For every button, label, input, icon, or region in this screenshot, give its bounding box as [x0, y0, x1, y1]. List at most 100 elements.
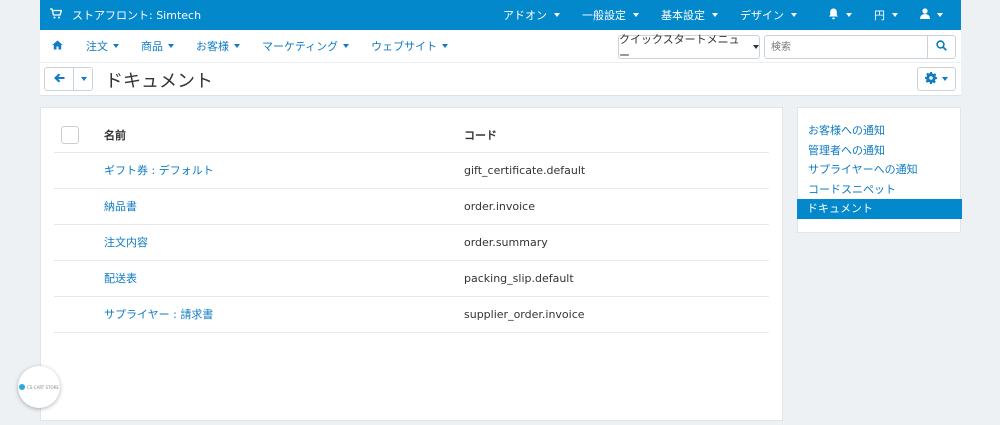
document-link[interactable]: 注文内容: [104, 236, 148, 249]
menu-basic-settings-label: 基本設定: [661, 9, 705, 22]
sidebar-item-customer-notifications[interactable]: お客様への通知: [798, 121, 960, 141]
notifications-sidebar: お客様への通知 管理者への通知 サプライヤーへの通知 コードスニペット ドキュメ…: [797, 107, 962, 233]
document-code: supplier_order.invoice: [464, 296, 769, 333]
chevron-down-icon: [892, 13, 898, 17]
user-menu[interactable]: [909, 0, 961, 30]
document-code: order.summary: [464, 224, 769, 261]
table-row: 納品書 order.invoice: [54, 188, 769, 225]
menu-addons-label: アドオン: [503, 9, 547, 22]
notifications-menu[interactable]: [808, 0, 863, 30]
store-title: ストアフロント: Simtech: [72, 9, 202, 22]
document-name-cell: 注文内容: [104, 224, 464, 261]
document-code: packing_slip.default: [464, 260, 769, 297]
menu-design[interactable]: デザイン: [729, 0, 808, 30]
column-header-name: 名前: [104, 118, 464, 153]
chevron-down-icon: [442, 44, 449, 48]
chevron-down-icon: [113, 44, 119, 48]
table-row: 注文内容 order.summary: [54, 224, 769, 261]
badge-text: CS-CART STORE: [27, 384, 59, 390]
chevron-down-icon: [343, 44, 350, 48]
document-link[interactable]: ギフト券 : デフォルト: [104, 164, 214, 177]
cart-icon: [50, 8, 63, 22]
currency-menu[interactable]: 円: [863, 0, 909, 30]
row-spacer: [54, 260, 104, 297]
nav-orders-label: 注文: [86, 40, 108, 53]
home-link[interactable]: [40, 40, 75, 53]
search-icon: [936, 40, 947, 54]
row-spacer: [54, 296, 104, 333]
nav-customers[interactable]: お客様: [185, 38, 251, 54]
chevron-down-icon: [753, 45, 759, 49]
menu-addons[interactable]: アドオン: [492, 0, 571, 30]
search-button[interactable]: [928, 35, 956, 59]
table-header-row: 名前 コード: [54, 118, 769, 153]
quickstart-menu-button[interactable]: クイックスタートメニュー: [618, 33, 760, 62]
back-button-group: [44, 67, 93, 91]
back-history-dropdown[interactable]: [74, 67, 93, 91]
menu-basic-settings[interactable]: 基本設定: [650, 0, 729, 30]
sidebar-item-supplier-notifications[interactable]: サプライヤーへの通知: [798, 160, 960, 180]
chevron-down-icon: [554, 13, 560, 17]
badge-logo-icon: [19, 384, 26, 390]
menu-general-settings[interactable]: 一般設定: [571, 0, 650, 30]
sidebar-item-documents[interactable]: ドキュメント: [797, 199, 962, 219]
table-row: 配送表 packing_slip.default: [54, 260, 769, 297]
document-link[interactable]: 配送表: [104, 272, 137, 285]
chevron-down-icon: [846, 13, 852, 17]
column-header-code: コード: [464, 118, 769, 153]
store-badge-button[interactable]: CS-CART STORE: [18, 366, 60, 408]
menu-general-settings-label: 一般設定: [582, 9, 626, 22]
nav-marketing[interactable]: マーケティング: [251, 38, 360, 54]
row-spacer: [54, 152, 104, 189]
chevron-down-icon: [712, 13, 718, 17]
document-link[interactable]: 納品書: [104, 200, 137, 213]
chevron-down-icon: [942, 77, 948, 81]
top-bar: ストアフロント: Simtech アドオン 一般設定 基本設定 デザイン 円: [40, 0, 961, 30]
documents-panel: 名前 コード ギフト券 : デフォルト gift_certificate.def…: [40, 107, 783, 421]
back-button[interactable]: [44, 67, 74, 91]
nav-products-label: 商品: [141, 40, 163, 53]
menu-design-label: デザイン: [740, 9, 784, 22]
settings-button[interactable]: [917, 67, 956, 91]
search-input[interactable]: [764, 35, 928, 59]
row-spacer: [54, 224, 104, 261]
nav-orders[interactable]: 注文: [75, 38, 130, 54]
chevron-down-icon: [168, 44, 174, 48]
arrow-left-icon: [53, 72, 65, 86]
bell-icon: [828, 8, 839, 23]
main-nav: 注文 商品 お客様 マーケティング ウェブサイト クイックスタートメニュー: [40, 30, 961, 63]
document-name-cell: 配送表: [104, 260, 464, 297]
table-row: ギフト券 : デフォルト gift_certificate.default: [54, 152, 769, 189]
user-icon: [920, 8, 930, 22]
nav-customers-label: お客様: [196, 40, 229, 53]
gear-icon: [925, 71, 937, 87]
page-title: ドキュメント: [105, 71, 213, 92]
nav-marketing-label: マーケティング: [262, 40, 339, 53]
row-spacer: [54, 188, 104, 225]
chevron-down-icon: [791, 13, 797, 17]
chevron-down-icon: [81, 77, 87, 81]
nav-website-label: ウェブサイト: [371, 40, 438, 53]
select-all-checkbox[interactable]: [61, 125, 79, 144]
storefront-selector[interactable]: ストアフロント: Simtech: [40, 7, 201, 23]
document-code: order.invoice: [464, 188, 769, 225]
home-icon: [52, 40, 63, 53]
sidebar-item-admin-notifications[interactable]: 管理者への通知: [798, 141, 960, 161]
chevron-down-icon: [234, 44, 240, 48]
nav-products[interactable]: 商品: [130, 38, 185, 54]
nav-website[interactable]: ウェブサイト: [360, 38, 459, 54]
chevron-down-icon: [633, 13, 639, 17]
navigation-panel: 注文 商品 お客様 マーケティング ウェブサイト クイックスタートメニュー ドキ…: [40, 30, 961, 96]
document-code: gift_certificate.default: [464, 152, 769, 189]
document-name-cell: サプライヤー : 請求書: [104, 296, 464, 333]
quickstart-menu-label: クイックスタートメニュー: [619, 33, 740, 62]
document-link[interactable]: サプライヤー : 請求書: [104, 308, 213, 321]
select-all-cell: [54, 118, 104, 153]
sidebar-item-code-snippets[interactable]: コードスニペット: [798, 180, 960, 200]
documents-table: 名前 コード ギフト券 : デフォルト gift_certificate.def…: [54, 118, 769, 333]
table-row: サプライヤー : 請求書 supplier_order.invoice: [54, 296, 769, 333]
document-name-cell: ギフト券 : デフォルト: [104, 152, 464, 189]
page-header: ドキュメント: [40, 63, 961, 96]
currency-label: 円: [874, 9, 885, 22]
chevron-down-icon: [937, 13, 943, 17]
